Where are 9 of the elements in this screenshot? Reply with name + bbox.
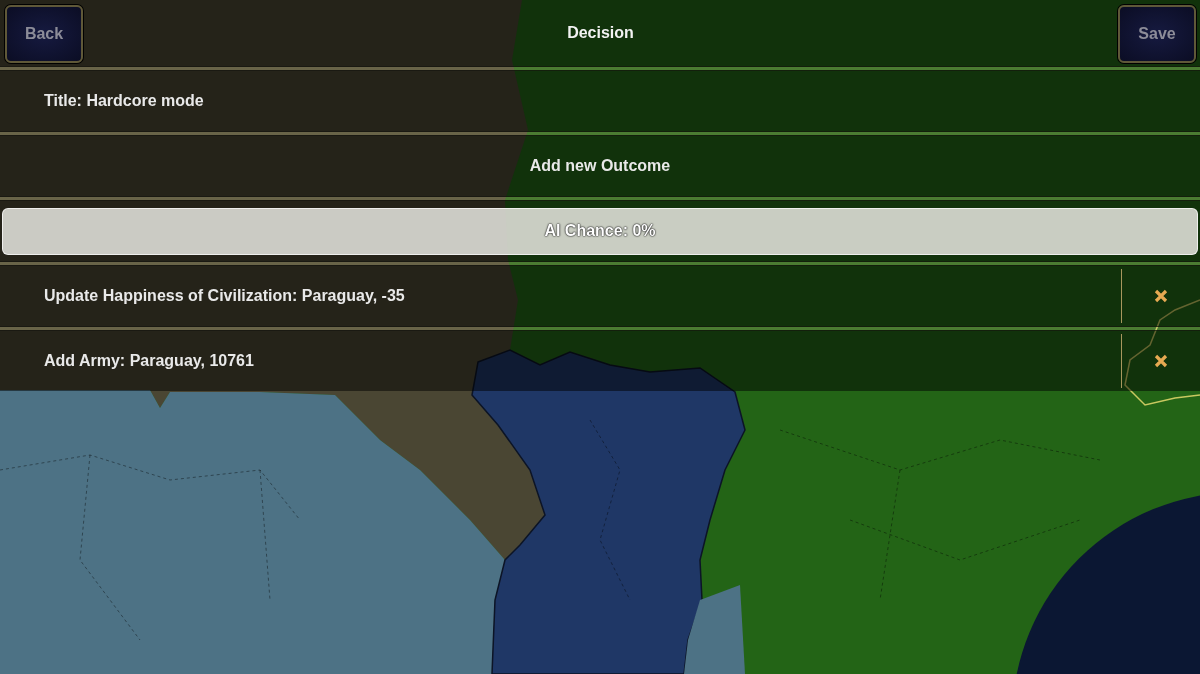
close-icon	[1154, 289, 1168, 303]
save-button[interactable]: Save	[1118, 5, 1196, 63]
outcome-label[interactable]: Add Army: Paraguay, 10761	[44, 352, 254, 370]
screen-title: Decision	[567, 24, 634, 42]
outcome-label[interactable]: Update Happiness of Civilization: Paraguay, -35	[44, 287, 405, 305]
close-icon	[1154, 354, 1168, 368]
back-button[interactable]: Back	[5, 5, 83, 63]
title-row[interactable]: Title: Hardcore mode	[0, 71, 1200, 131]
add-outcome-button[interactable]: Add new Outcome	[0, 136, 1200, 196]
